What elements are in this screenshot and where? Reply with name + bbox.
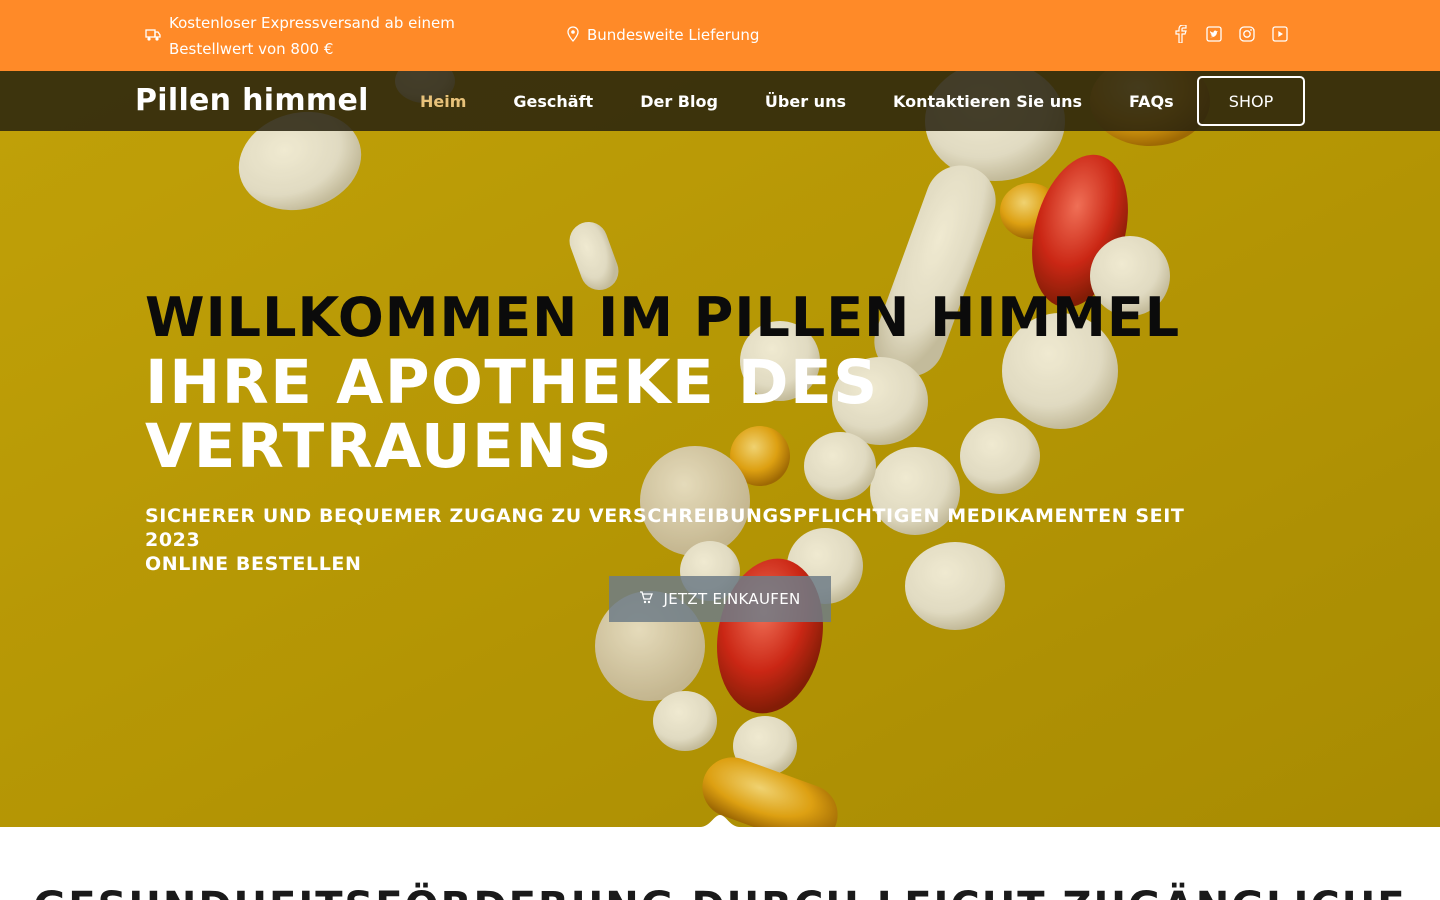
- section-title: GESUNDHEITSFÖRDERUNG DURCH LEICHT ZUGÄNG…: [0, 884, 1440, 900]
- shop-now-button[interactable]: JETZT EINKAUFEN: [609, 576, 831, 622]
- shopping-cart-icon: [639, 590, 654, 608]
- nav-item-blog[interactable]: Der Blog: [640, 92, 718, 111]
- nav-item-shop[interactable]: Geschäft: [513, 92, 593, 111]
- hero-subtitle-line2: ONLINE BESTELLEN: [145, 553, 362, 575]
- nav-item-home[interactable]: Heim: [420, 92, 466, 111]
- hero-title-line2: IHRE APOTHEKE DES VERTRAUENS: [145, 347, 879, 482]
- truck-icon: [145, 28, 161, 45]
- shipping-text: Kostenloser Expressversand ab einem Best…: [169, 14, 455, 58]
- hero-title-line1: WILLKOMMEN IM PILLEN HIMMEL: [145, 286, 1181, 349]
- nav-menu: Heim Geschäft Der Blog Über uns Kontakti…: [420, 71, 1221, 131]
- hero-subtitle: SICHERER UND BEQUEMER ZUGANG ZU VERSCHRE…: [145, 504, 1195, 576]
- nav-item-faqs[interactable]: FAQs: [1129, 92, 1174, 111]
- delivery-text: Bundesweite Lieferung: [587, 26, 760, 44]
- twitter-icon[interactable]: [1206, 24, 1222, 44]
- instagram-icon[interactable]: [1239, 24, 1255, 44]
- site-logo[interactable]: Pillen himmel: [135, 83, 369, 118]
- social-links: [1173, 24, 1288, 44]
- top-info-bar: Kostenloser Expressversand ab einem Best…: [0, 0, 1440, 71]
- hero-subtitle-line1: SICHERER UND BEQUEMER ZUGANG ZU VERSCHRE…: [145, 505, 1185, 551]
- shop-button[interactable]: SHOP: [1197, 76, 1305, 126]
- delivery-info: Bundesweite Lieferung: [567, 22, 759, 48]
- map-marker-icon: [567, 25, 579, 45]
- facebook-icon[interactable]: [1173, 24, 1189, 44]
- shipping-info: Kostenloser Expressversand ab einem Best…: [145, 10, 489, 62]
- shop-now-label: JETZT EINKAUFEN: [663, 590, 801, 608]
- nav-item-about[interactable]: Über uns: [765, 92, 846, 111]
- section-divider-notch: [700, 815, 740, 832]
- nav-item-contact[interactable]: Kontaktieren Sie uns: [893, 92, 1082, 111]
- main-navbar: Pillen himmel Heim Geschäft Der Blog Übe…: [0, 71, 1440, 131]
- youtube-icon[interactable]: [1272, 24, 1288, 44]
